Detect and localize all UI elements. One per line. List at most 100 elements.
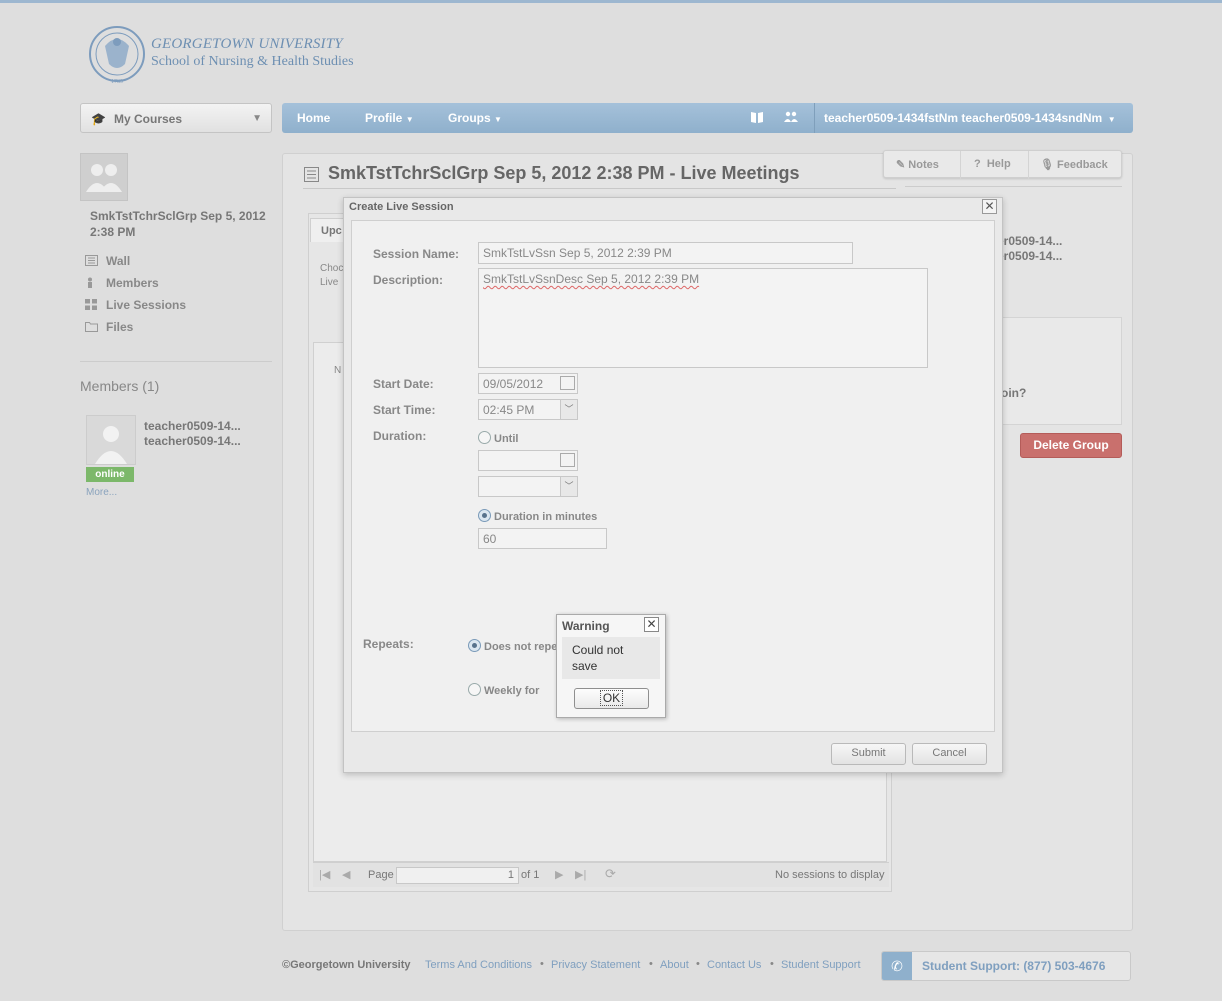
close-icon[interactable]: ✕ — [644, 617, 659, 632]
radio-unchecked[interactable] — [468, 683, 481, 696]
question-icon: ? — [974, 158, 981, 170]
pager-status: No sessions to display — [775, 869, 885, 881]
my-courses-label: My Courses — [114, 112, 183, 126]
session-name-input[interactable]: SmkTstLvSsn Sep 5, 2012 2:39 PM — [478, 242, 853, 264]
grid-placeholder-text: N — [334, 365, 342, 376]
until-date-field[interactable] — [478, 450, 578, 471]
first-page-icon[interactable]: |◀ — [319, 868, 330, 881]
help-button[interactable]: ? Help — [974, 158, 1011, 170]
last-page-icon[interactable]: ▶| — [575, 868, 586, 881]
footer-link-privacy[interactable]: Privacy Statement — [551, 959, 640, 971]
duration-minutes-radio[interactable]: Duration in minutes — [478, 509, 597, 523]
sessions-hint-line2: Live — [320, 277, 339, 288]
radio-checked[interactable] — [478, 509, 491, 522]
dialog-title: Create Live Session — [349, 201, 454, 213]
nav-profile[interactable]: Profile ▼ — [365, 111, 414, 125]
sessions-hint-line1: Choc — [320, 263, 344, 274]
calendar-icon[interactable] — [560, 376, 575, 390]
duration-label: Duration: — [373, 429, 427, 443]
warning-title: Warning — [562, 619, 610, 633]
microphone-icon: 🎙 — [1040, 159, 1054, 171]
cancel-button[interactable]: Cancel — [912, 743, 987, 765]
book-icon[interactable] — [750, 110, 764, 127]
chevron-down-icon: ﹀ — [560, 477, 577, 496]
sidebar-item-members[interactable]: Members — [85, 276, 159, 290]
description-textarea[interactable]: SmkTstLvSsnDesc Sep 5, 2012 2:39 PM — [478, 268, 928, 368]
toolbar-separator — [960, 151, 961, 179]
warning-message: Could not save — [562, 637, 660, 679]
university-seal-logo: 1789 — [89, 26, 145, 85]
sidebar-item-files[interactable]: Files — [85, 320, 133, 334]
start-date-field[interactable]: 09/05/2012 — [478, 373, 578, 394]
ok-button[interactable]: OK — [574, 688, 649, 709]
calendar-icon[interactable] — [560, 453, 575, 467]
chevron-down-icon: ﹀ — [560, 400, 577, 419]
page-number-input[interactable]: 1 — [396, 867, 519, 884]
refresh-icon[interactable]: ⟳ — [605, 866, 616, 882]
toolbar-separator — [1028, 151, 1029, 179]
page-count: of 1 — [521, 869, 540, 881]
right-user-line2: er0509-14... — [997, 249, 1063, 263]
submit-button[interactable]: Submit — [831, 743, 906, 765]
title-divider — [303, 188, 896, 189]
list-icon — [304, 167, 319, 182]
logo-school-name: School of Nursing & Health Studies — [151, 54, 354, 69]
prev-page-icon[interactable]: ◀ — [342, 868, 350, 881]
chevron-down-icon: ▼ — [494, 115, 502, 124]
svg-text:1789: 1789 — [111, 79, 123, 85]
folder-icon — [85, 321, 98, 332]
more-members-link[interactable]: More... — [86, 487, 117, 498]
graduation-cap-icon: 🎓 — [91, 112, 106, 126]
phone-icon: ✆ — [882, 952, 912, 980]
student-support-phone[interactable]: ✆ Student Support: (877) 503-4676 — [881, 951, 1131, 981]
user-menu[interactable]: teacher0509-1434fstNm teacher0509-1434sn… — [824, 111, 1116, 125]
until-radio[interactable]: Until — [478, 431, 518, 445]
duration-minutes-input[interactable]: 60 — [478, 528, 607, 549]
sidebar-item-live-sessions[interactable]: Live Sessions — [85, 298, 186, 312]
top-accent-line — [0, 0, 1222, 3]
start-time-label: Start Time: — [373, 403, 436, 417]
right-user-line1: er0509-14... — [997, 234, 1063, 248]
radio-checked[interactable] — [468, 639, 481, 652]
footer-copyright: ©Georgetown University — [282, 959, 411, 971]
until-time-select[interactable]: ﹀ — [478, 476, 578, 497]
delete-group-button[interactable]: Delete Group — [1020, 433, 1122, 458]
footer-link-student-support[interactable]: Student Support — [781, 959, 861, 971]
weekly-radio[interactable]: Weekly for — [468, 683, 539, 697]
description-label: Description: — [373, 273, 444, 287]
list-icon — [85, 255, 98, 266]
next-page-icon[interactable]: ▶ — [555, 868, 563, 881]
footer-separator: • — [540, 958, 544, 970]
navbar-separator — [814, 103, 815, 133]
support-phone-text: Student Support: (877) 503-4676 — [922, 959, 1106, 973]
footer-link-contact[interactable]: Contact Us — [707, 959, 761, 971]
person-icon — [85, 277, 98, 288]
logo-university-name: GEORGETOWN UNIVERSITY — [151, 36, 343, 52]
footer-link-terms[interactable]: Terms And Conditions — [425, 959, 532, 971]
member-name-first[interactable]: teacher0509-14... — [144, 419, 241, 433]
edit-icon: ✎ — [896, 159, 906, 171]
start-time-select[interactable]: 02:45 PM ﹀ — [478, 399, 578, 420]
page-title: SmkTstTchrSclGrp Sep 5, 2012 2:38 PM - L… — [328, 163, 800, 183]
member-name-last[interactable]: teacher0509-14... — [144, 434, 241, 448]
radio-unchecked[interactable] — [478, 431, 491, 444]
chevron-down-icon: ▼ — [1105, 115, 1116, 124]
footer-separator: • — [649, 958, 653, 970]
people-icon[interactable] — [784, 110, 798, 127]
group-avatar — [80, 153, 128, 201]
notes-button[interactable]: ✎ Notes — [896, 158, 939, 171]
does-not-repeat-radio[interactable]: Does not repe — [468, 639, 557, 653]
grid-pager: |◀ ◀ Page 1 of 1 ▶ ▶| ⟳ No sessions to d… — [313, 862, 889, 887]
nav-home[interactable]: Home — [297, 111, 330, 125]
close-icon[interactable]: ✕ — [982, 199, 997, 214]
footer-separator: • — [770, 958, 774, 970]
feedback-button[interactable]: 🎙 Feedback — [1040, 158, 1108, 171]
nav-groups[interactable]: Groups ▼ — [448, 111, 502, 125]
sidebar-item-wall[interactable]: Wall — [85, 254, 130, 268]
right-column-divider — [905, 186, 1122, 187]
footer-link-about[interactable]: About — [660, 959, 689, 971]
main-navbar: Home Profile ▼ Groups ▼ teacher0509-1434… — [282, 103, 1133, 133]
avatar[interactable] — [86, 415, 136, 465]
my-courses-dropdown[interactable]: 🎓 My Courses ▼ — [80, 103, 272, 133]
warning-message-line1: Could not — [572, 643, 624, 657]
